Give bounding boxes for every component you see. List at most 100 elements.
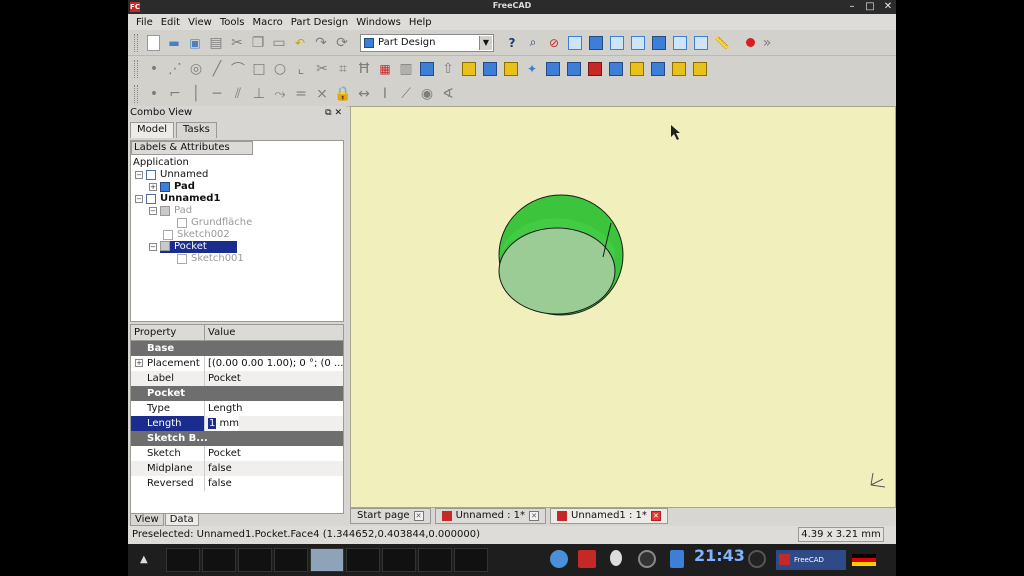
perpendicular-icon[interactable]: ⊥ bbox=[250, 85, 268, 103]
chamfer-icon[interactable] bbox=[567, 61, 581, 76]
mirrored-icon[interactable] bbox=[609, 61, 623, 76]
collapse-icon[interactable]: − bbox=[135, 195, 143, 203]
cut-icon[interactable]: ✂ bbox=[228, 34, 246, 52]
tree-item-sketch001[interactable]: Sketch001 bbox=[177, 253, 244, 265]
menu-tools[interactable]: Tools bbox=[216, 17, 249, 28]
menu-edit[interactable]: Edit bbox=[157, 17, 184, 28]
workspace-thumb-active[interactable] bbox=[310, 548, 344, 572]
cylinder-top-face[interactable] bbox=[498, 227, 616, 315]
new-document-icon[interactable] bbox=[147, 34, 160, 51]
lock-icon[interactable]: 🔒 bbox=[334, 85, 352, 103]
copy-icon[interactable]: ❐ bbox=[249, 34, 267, 52]
record-macro-icon[interactable] bbox=[746, 38, 755, 47]
viewport-canvas[interactable] bbox=[351, 107, 896, 509]
toolbar-grip[interactable] bbox=[134, 59, 138, 78]
workspace-thumb[interactable] bbox=[346, 548, 380, 572]
measure-icon[interactable]: 📏 bbox=[713, 34, 731, 52]
menu-windows[interactable]: Windows bbox=[352, 17, 405, 28]
tab-tasks[interactable]: Tasks bbox=[176, 122, 217, 138]
map-sketch-icon[interactable]: ▥ bbox=[397, 60, 415, 78]
view-top-icon[interactable] bbox=[610, 35, 624, 50]
minimize-icon[interactable]: – bbox=[846, 0, 858, 14]
vertical-icon[interactable]: │ bbox=[187, 85, 205, 103]
menu-macro[interactable]: Macro bbox=[248, 17, 286, 28]
collapse-icon[interactable]: − bbox=[149, 207, 157, 215]
group-pocket[interactable]: Pocket bbox=[131, 386, 343, 401]
pocket-icon[interactable] bbox=[483, 61, 497, 76]
prop-midplane[interactable]: Midplane false bbox=[131, 461, 343, 476]
equal-icon[interactable]: = bbox=[292, 85, 310, 103]
workspace-thumb[interactable] bbox=[274, 548, 308, 572]
menu-view[interactable]: View bbox=[184, 17, 216, 28]
tree-item-sketch002[interactable]: Sketch002 bbox=[163, 229, 230, 241]
close-tab-icon[interactable]: ✕ bbox=[650, 511, 661, 521]
chevron-down-icon[interactable]: ▼ bbox=[479, 35, 492, 50]
polar-pattern-icon[interactable] bbox=[651, 61, 665, 76]
group-base[interactable]: Base bbox=[131, 341, 343, 356]
construction-icon[interactable]: Ħ bbox=[355, 60, 373, 78]
float-icon[interactable]: ⧉ bbox=[325, 108, 331, 118]
trim-icon[interactable]: ✂ bbox=[313, 60, 331, 78]
browser-icon[interactable] bbox=[550, 550, 568, 568]
tree-item-unnamed1[interactable]: − Unnamed1 bbox=[135, 193, 220, 205]
revolution-icon[interactable] bbox=[504, 61, 518, 76]
taskbar-freecad-button[interactable]: FreeCAD bbox=[776, 550, 846, 570]
paste-icon[interactable]: ▭ bbox=[270, 34, 288, 52]
tree-item-pad[interactable]: + Pad bbox=[149, 181, 195, 193]
3d-viewport[interactable] bbox=[350, 106, 896, 508]
point-icon[interactable]: • bbox=[145, 60, 163, 78]
undo-icon[interactable]: ↶ bbox=[291, 34, 309, 52]
prop-label[interactable]: Label Pocket bbox=[131, 371, 343, 386]
tab-unnamed[interactable]: Unnamed : 1* ✕ bbox=[434, 508, 547, 524]
prop-type[interactable]: Type Length bbox=[131, 401, 343, 416]
rectangle-icon[interactable]: □ bbox=[250, 60, 268, 78]
view-rear-icon[interactable] bbox=[652, 35, 666, 50]
toolbar-grip[interactable] bbox=[134, 33, 138, 52]
pad-icon[interactable] bbox=[462, 61, 476, 76]
prop-placement[interactable]: + Placement [(0.00 0.00 1.00); 0 °; (0 ..… bbox=[131, 356, 343, 371]
tab-data[interactable]: Data bbox=[164, 514, 199, 526]
tab-start-page[interactable]: Start page ✕ bbox=[350, 508, 431, 524]
cylinder-model[interactable] bbox=[498, 194, 624, 316]
tab-view[interactable]: View bbox=[130, 514, 164, 526]
multi-transform-icon[interactable] bbox=[693, 61, 707, 76]
validate-sketch-icon[interactable] bbox=[420, 61, 434, 76]
leave-sketch-icon[interactable]: ⇧ bbox=[439, 60, 457, 78]
view-front-icon[interactable] bbox=[589, 35, 603, 50]
close-tab-icon[interactable]: ✕ bbox=[529, 511, 540, 521]
collapse-icon[interactable]: − bbox=[149, 243, 157, 251]
parallel-icon[interactable]: ⫽ bbox=[229, 85, 247, 103]
circle-3pt-icon[interactable]: ○ bbox=[271, 60, 289, 78]
save-as-icon[interactable]: ▤ bbox=[207, 34, 225, 52]
gauge-icon[interactable] bbox=[638, 550, 656, 568]
workspace-thumb[interactable] bbox=[454, 548, 488, 572]
workspace-thumb[interactable] bbox=[238, 548, 272, 572]
menu-part-design[interactable]: Part Design bbox=[287, 17, 352, 28]
radius-icon[interactable]: ◉ bbox=[418, 85, 436, 103]
menu-help[interactable]: Help bbox=[405, 17, 436, 28]
horizontal-icon[interactable]: ─ bbox=[208, 85, 226, 103]
new-sketch-icon[interactable]: ▦ bbox=[376, 60, 394, 78]
fit-all-icon[interactable]: ⌕ bbox=[524, 34, 542, 52]
menu-file[interactable]: File bbox=[132, 17, 157, 28]
view-isometric-icon[interactable] bbox=[568, 35, 582, 50]
workbench-select[interactable]: Part Design ▼ bbox=[360, 33, 494, 52]
tree-item-grundflaeche[interactable]: Grundfläche bbox=[177, 217, 252, 229]
tree-item-unnamed[interactable]: − Unnamed bbox=[135, 169, 208, 181]
prop-reversed[interactable]: Reversed false bbox=[131, 476, 343, 491]
length-input[interactable]: 1 mm bbox=[208, 416, 240, 431]
external-icon[interactable]: ⌗ bbox=[334, 60, 352, 78]
tree-item-application[interactable]: Application bbox=[133, 157, 189, 169]
vertical-distance-icon[interactable]: I bbox=[376, 85, 394, 103]
draft-icon[interactable] bbox=[588, 61, 602, 76]
tree-item-pad-hidden[interactable]: − Pad bbox=[149, 205, 192, 217]
tangent-icon[interactable]: ⤳ bbox=[271, 85, 289, 103]
expand-icon[interactable]: + bbox=[135, 359, 143, 367]
linear-pattern-icon[interactable] bbox=[630, 61, 644, 76]
view-left-icon[interactable] bbox=[694, 35, 708, 50]
circle-icon[interactable]: ◎ bbox=[187, 60, 205, 78]
symmetric-icon[interactable]: ⨯ bbox=[313, 85, 331, 103]
angle-icon[interactable]: ∢ bbox=[439, 85, 457, 103]
lightbulb-icon[interactable] bbox=[610, 550, 622, 566]
coincident-icon[interactable]: • bbox=[145, 85, 163, 103]
